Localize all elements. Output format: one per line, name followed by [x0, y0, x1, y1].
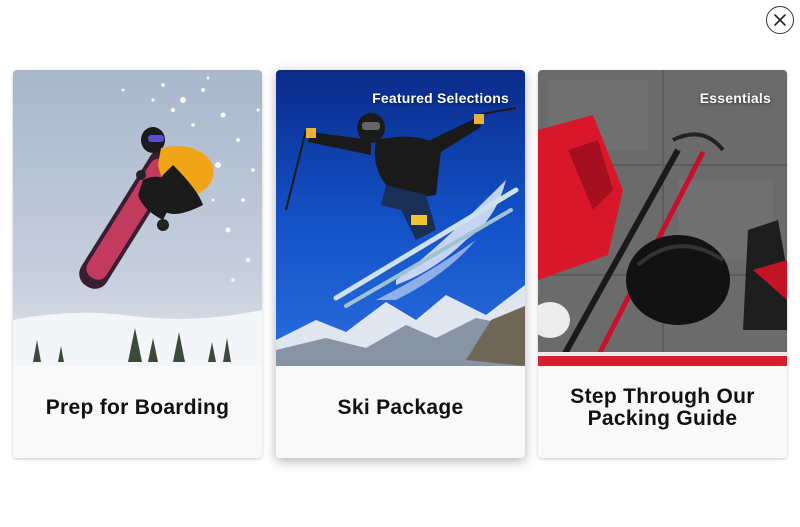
card-body: Step Through Our Packing Guide [538, 366, 787, 458]
ski-gear-flatlay-image: Essentials [538, 70, 787, 366]
close-button[interactable] [766, 6, 794, 34]
featured-badge: Featured Selections [372, 90, 509, 106]
card-body: Ski Package [276, 366, 525, 458]
card-packing-guide[interactable]: Essentials Step Through Our Packing Guid… [538, 70, 787, 458]
skier-jump-image: Featured Selections [276, 70, 525, 366]
card-ski-package[interactable]: Featured Selections Ski Package [276, 70, 525, 458]
card-title: Prep for Boarding [45, 396, 230, 419]
close-icon [774, 14, 786, 26]
card-body: Prep for Boarding [13, 366, 262, 458]
card-grid: Prep for Boarding Featured Selections Sk… [13, 70, 787, 458]
card-prep-for-boarding[interactable]: Prep for Boarding [13, 70, 262, 458]
card-title: Ski Package [337, 396, 464, 419]
essentials-badge: Essentials [699, 90, 771, 106]
card-title: Step Through Our Packing Guide [570, 385, 755, 430]
snowboarder-jump-image [13, 70, 262, 366]
